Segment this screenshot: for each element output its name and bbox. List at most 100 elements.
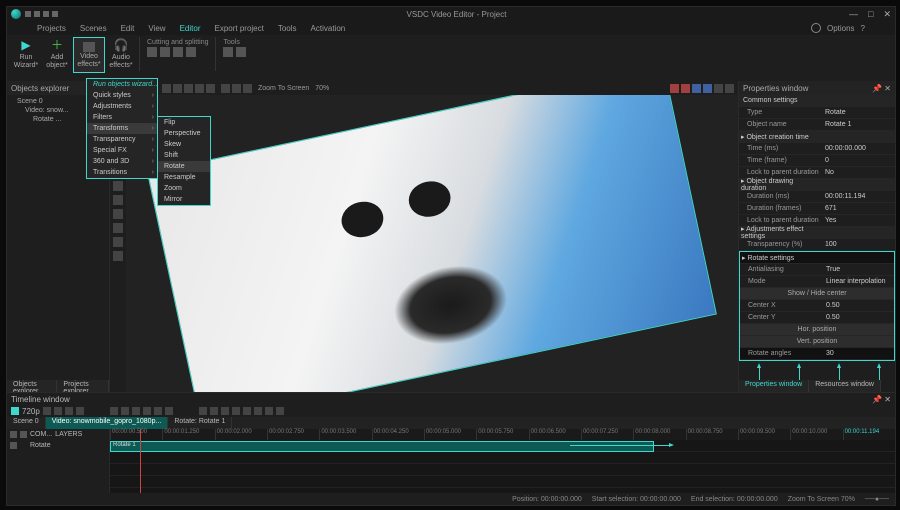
menu-transforms[interactable]: Transforms (87, 123, 157, 134)
menu-quick-styles[interactable]: Quick styles (87, 90, 157, 101)
next-icon[interactable] (165, 407, 173, 415)
tb-icon[interactable] (184, 84, 193, 93)
tb-icon[interactable] (714, 84, 723, 93)
tl-icon[interactable] (54, 407, 62, 415)
tl-icon[interactable] (232, 407, 240, 415)
track-row[interactable]: Rotate 1 (110, 440, 895, 452)
tb-icon[interactable] (703, 84, 712, 93)
submenu-zoom[interactable]: Zoom (158, 183, 210, 194)
tl-icon[interactable] (43, 407, 51, 415)
tb-icon[interactable] (692, 84, 701, 93)
eye-icon[interactable] (10, 431, 17, 438)
zoom-value[interactable]: 70% (315, 85, 329, 92)
split-icon[interactable] (160, 47, 170, 57)
menu-adjustments[interactable]: Adjustments (87, 101, 157, 112)
tb-icon[interactable] (681, 84, 690, 93)
video-effects-button[interactable]: Video effects* (73, 37, 105, 73)
timeline-tracks[interactable]: 00:00:00.50000:00:01.25000:00:02.00000:0… (110, 429, 895, 493)
menu-scenes[interactable]: Scenes (80, 24, 107, 33)
add-object-button[interactable]: ＋Add object* (42, 37, 72, 71)
menu-tools[interactable]: Tools (278, 24, 297, 33)
tl-tab-scene[interactable]: Scene 0 (7, 417, 46, 429)
resolution-select[interactable]: 720p (22, 407, 40, 416)
tb-icon[interactable] (670, 84, 679, 93)
tb-icon[interactable] (221, 84, 230, 93)
eye-icon[interactable] (10, 442, 17, 449)
tab-projects-explorer[interactable]: Projects explorer (57, 380, 109, 392)
clip-rotate[interactable]: Rotate 1 (110, 441, 654, 452)
vert-position-button[interactable]: Vert. position (740, 336, 894, 348)
gear-icon[interactable] (811, 23, 821, 33)
menu-filters[interactable]: Filters (87, 112, 157, 123)
tab-resources[interactable]: Resources window (809, 380, 881, 392)
trim-icon[interactable] (173, 47, 183, 57)
menu-transparency[interactable]: Transparency (87, 134, 157, 145)
tl-icon[interactable] (210, 407, 218, 415)
tab-properties[interactable]: Properties window (739, 380, 809, 392)
close-button[interactable]: ✕ (883, 9, 891, 20)
tl-tab-video[interactable]: Video: snowmobile_gopro_1080p... (46, 417, 169, 429)
track-header[interactable]: Rotate (7, 440, 109, 451)
menu-run-wizard[interactable]: Run objects wizard... (87, 79, 157, 90)
qat-icon[interactable] (25, 11, 31, 17)
tb-icon[interactable] (243, 84, 252, 93)
pin-icon[interactable]: 📌 ✕ (872, 84, 891, 93)
minimize-button[interactable]: — (849, 9, 858, 20)
audio-effects-button[interactable]: 🎧Audio effects* (106, 37, 136, 71)
tl-icon[interactable] (65, 407, 73, 415)
menu-special-fx[interactable]: Special FX (87, 145, 157, 156)
options-label[interactable]: Options (827, 24, 855, 33)
tl-icon[interactable] (76, 407, 84, 415)
qat-icon[interactable] (52, 11, 58, 17)
tb-icon[interactable] (232, 84, 241, 93)
playhead[interactable] (140, 429, 141, 493)
play-icon[interactable] (132, 407, 140, 415)
menu-view[interactable]: View (148, 24, 165, 33)
show-hide-center-button[interactable]: Show / Hide center (740, 288, 894, 300)
preview-canvas[interactable] (126, 95, 738, 392)
submenu-flip[interactable]: Flip (158, 117, 210, 128)
submenu-perspective[interactable]: Perspective (158, 128, 210, 139)
qat-icon[interactable] (43, 11, 49, 17)
tl-icon[interactable] (199, 407, 207, 415)
tl-icon[interactable] (276, 407, 284, 415)
submenu-skew[interactable]: Skew (158, 139, 210, 150)
tool-icon[interactable] (236, 47, 246, 57)
quick-access-toolbar[interactable] (25, 11, 58, 17)
rewind-icon[interactable] (121, 407, 129, 415)
tb-icon[interactable] (725, 84, 734, 93)
tb-icon[interactable] (173, 84, 182, 93)
zoom-slider[interactable]: ──●── (865, 496, 889, 503)
stop-icon[interactable] (143, 407, 151, 415)
menu-360-3d[interactable]: 360 and 3D (87, 156, 157, 167)
menu-activation[interactable]: Activation (311, 24, 346, 33)
tl-icon[interactable] (243, 407, 251, 415)
tl-icon[interactable] (11, 407, 19, 415)
tb-icon[interactable] (206, 84, 215, 93)
forward-icon[interactable] (154, 407, 162, 415)
timeline-ruler[interactable]: 00:00:00.50000:00:01.25000:00:02.00000:0… (110, 429, 895, 440)
tool-icon[interactable] (113, 251, 123, 261)
tl-icon[interactable] (265, 407, 273, 415)
eye-icon[interactable] (20, 431, 27, 438)
menu-edit[interactable]: Edit (121, 24, 135, 33)
tool-icon[interactable] (223, 47, 233, 57)
submenu-resample[interactable]: Resample (158, 172, 210, 183)
help-icon[interactable]: ? (861, 24, 865, 33)
menu-export[interactable]: Export project (215, 24, 264, 33)
tab-objects-explorer[interactable]: Objects explorer (7, 380, 57, 392)
tl-icon[interactable] (254, 407, 262, 415)
pin-icon[interactable]: 📌 ✕ (872, 395, 891, 404)
submenu-mirror[interactable]: Mirror (158, 194, 210, 205)
properties-body[interactable]: Common settings TypeRotate Object nameRo… (739, 95, 895, 380)
tool-icon[interactable] (113, 237, 123, 247)
tl-tab-rotate[interactable]: Rotate: Rotate 1 (168, 417, 232, 429)
maximize-button[interactable]: □ (868, 9, 873, 20)
menu-projects[interactable]: Projects (37, 24, 66, 33)
qat-icon[interactable] (34, 11, 40, 17)
video-frame[interactable] (147, 95, 717, 392)
submenu-shift[interactable]: Shift (158, 150, 210, 161)
run-wizard-button[interactable]: ▶Run Wizard* (11, 37, 41, 71)
tool-icon[interactable] (113, 223, 123, 233)
prev-icon[interactable] (110, 407, 118, 415)
